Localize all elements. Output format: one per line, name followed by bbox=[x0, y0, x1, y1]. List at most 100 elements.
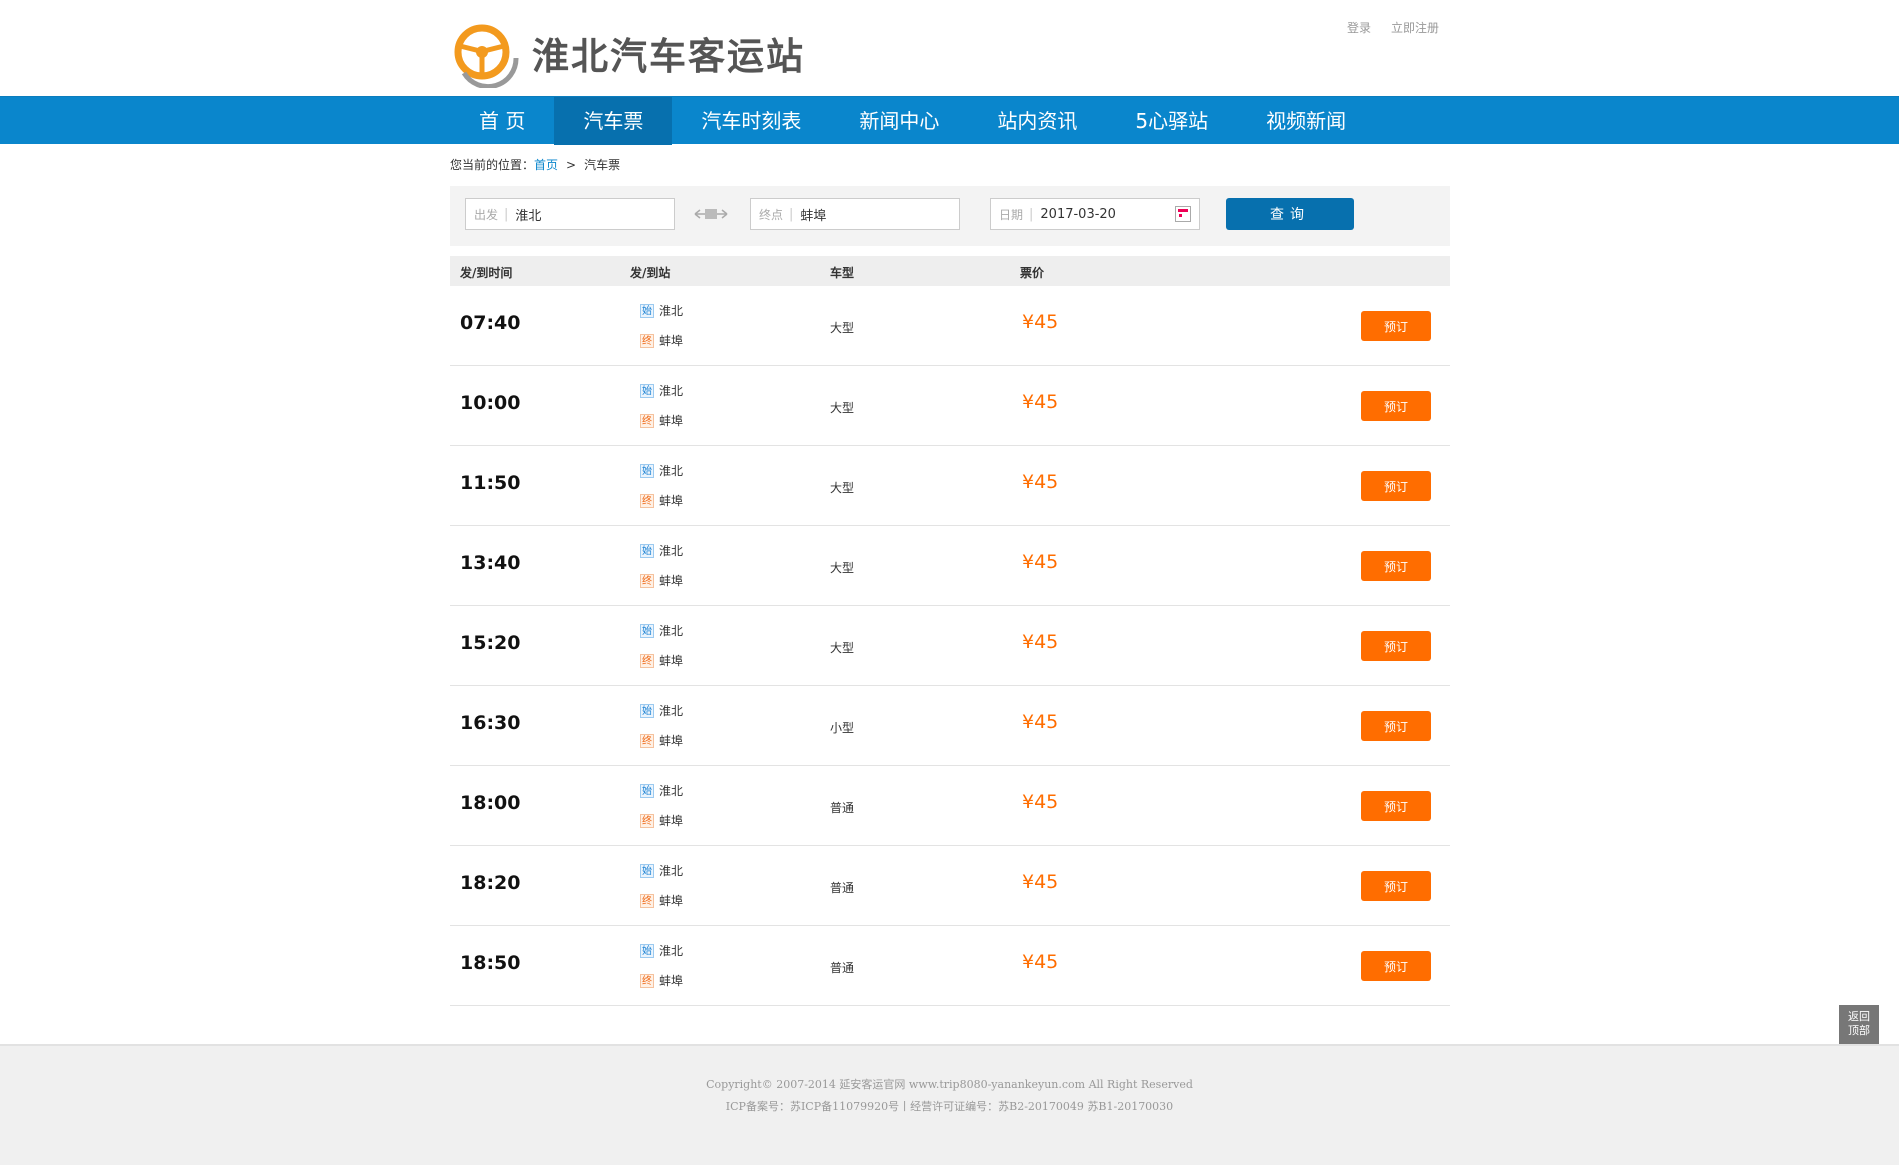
breadcrumb: 您当前的位置：首页 > 汽车票 bbox=[450, 156, 1450, 176]
table-row: 13:40 始淮北终蚌埠 大型 ¥45 预订 bbox=[450, 526, 1450, 606]
bus-type: 普通 bbox=[830, 801, 855, 815]
bus-type: 普通 bbox=[830, 961, 855, 975]
end-station-name: 蚌埠 bbox=[659, 974, 684, 988]
end-badge-icon: 终 bbox=[640, 813, 654, 828]
book-button[interactable]: 预订 bbox=[1361, 391, 1431, 421]
book-button[interactable]: 预订 bbox=[1361, 631, 1431, 661]
book-button[interactable]: 预订 bbox=[1361, 551, 1431, 581]
ticket-price: ¥45 bbox=[1022, 871, 1059, 893]
breadcrumb-separator: > bbox=[566, 158, 577, 172]
end-station-name: 蚌埠 bbox=[659, 334, 684, 348]
breadcrumb-home-link[interactable]: 首页 bbox=[534, 158, 558, 172]
start-station-name: 淮北 bbox=[659, 864, 684, 878]
site-header: 淮北汽车客运站 登录 立即注册 bbox=[0, 0, 1899, 96]
destination-field[interactable]: 终点 | 蚌埠 bbox=[750, 198, 960, 230]
departure-value: 淮北 bbox=[515, 208, 542, 224]
start-badge-icon: 始 bbox=[640, 543, 654, 558]
bus-type: 大型 bbox=[830, 401, 855, 415]
date-field[interactable]: 日期 | 2017-03-20 bbox=[990, 198, 1200, 230]
departure-time: 07:40 bbox=[460, 312, 521, 334]
start-badge-icon: 始 bbox=[640, 783, 654, 798]
departure-time: 11:50 bbox=[460, 472, 521, 494]
start-station: 始淮北 bbox=[640, 542, 683, 559]
ticket-price: ¥45 bbox=[1022, 951, 1059, 973]
book-button[interactable]: 预订 bbox=[1361, 871, 1431, 901]
ticket-price: ¥45 bbox=[1022, 471, 1059, 493]
departure-field[interactable]: 出发 | 淮北 bbox=[465, 198, 675, 230]
nav-item-video-news[interactable]: 视频新闻 bbox=[1237, 97, 1375, 145]
book-button[interactable]: 预订 bbox=[1361, 311, 1431, 341]
end-badge-icon: 终 bbox=[640, 893, 654, 908]
table-row: 18:50 始淮北终蚌埠 普通 ¥45 预订 bbox=[450, 926, 1450, 1006]
book-button[interactable]: 预订 bbox=[1361, 471, 1431, 501]
end-badge-icon: 终 bbox=[640, 413, 654, 428]
start-station: 始淮北 bbox=[640, 622, 683, 639]
departure-time: 10:00 bbox=[460, 392, 521, 414]
main-nav: 首 页 汽车票 汽车时刻表 新闻中心 站内资讯 5心驿站 视频新闻 bbox=[0, 96, 1899, 145]
header-bus-type: 车型 bbox=[830, 266, 855, 280]
nav-item-timetable[interactable]: 汽车时刻表 bbox=[672, 97, 830, 145]
breadcrumb-prefix: 您当前的位置： bbox=[450, 158, 535, 172]
departure-time: 18:20 bbox=[460, 872, 521, 894]
bus-type: 普通 bbox=[830, 881, 855, 895]
table-row: 16:30 始淮北终蚌埠 小型 ¥45 预订 bbox=[450, 686, 1450, 766]
swap-arrows-icon[interactable] bbox=[693, 206, 729, 222]
start-badge-icon: 始 bbox=[640, 623, 654, 638]
table-row: 10:00 始淮北终蚌埠 大型 ¥45 预订 bbox=[450, 366, 1450, 446]
calendar-icon[interactable] bbox=[1175, 206, 1191, 222]
ticket-price: ¥45 bbox=[1022, 791, 1059, 813]
departure-time: 13:40 bbox=[460, 552, 521, 574]
nav-item-bus-tickets[interactable]: 汽车票 bbox=[554, 97, 673, 145]
start-badge-icon: 始 bbox=[640, 863, 654, 878]
date-value: 2017-03-20 bbox=[1040, 206, 1116, 222]
site-footer: Copyright© 2007-2014 延安客运官网 www.trip8080… bbox=[0, 1044, 1899, 1165]
start-station-name: 淮北 bbox=[659, 464, 684, 478]
start-station: 始淮北 bbox=[640, 382, 683, 399]
start-station-name: 淮北 bbox=[659, 544, 684, 558]
nav-item-news[interactable]: 新闻中心 bbox=[830, 97, 968, 145]
table-row: 15:20 始淮北终蚌埠 大型 ¥45 预订 bbox=[450, 606, 1450, 686]
steering-wheel-logo-icon bbox=[450, 18, 520, 90]
departure-time: 18:00 bbox=[460, 792, 521, 814]
bus-type: 大型 bbox=[830, 321, 855, 335]
end-badge-icon: 终 bbox=[640, 573, 654, 588]
header-station: 发/到站 bbox=[630, 266, 671, 280]
start-station: 始淮北 bbox=[640, 302, 683, 319]
nav-item-5xin-station[interactable]: 5心驿站 bbox=[1106, 97, 1237, 145]
start-badge-icon: 始 bbox=[640, 383, 654, 398]
start-badge-icon: 始 bbox=[640, 943, 654, 958]
start-station: 始淮北 bbox=[640, 862, 683, 879]
site-logo[interactable]: 淮北汽车客运站 bbox=[450, 18, 805, 90]
nav-item-home[interactable]: 首 页 bbox=[450, 97, 554, 145]
register-link[interactable]: 立即注册 bbox=[1391, 19, 1439, 36]
start-badge-icon: 始 bbox=[640, 303, 654, 318]
query-button[interactable]: 查询 bbox=[1226, 198, 1354, 230]
bus-type: 大型 bbox=[830, 641, 855, 655]
end-badge-icon: 终 bbox=[640, 733, 654, 748]
table-row: 18:00 始淮北终蚌埠 普通 ¥45 预订 bbox=[450, 766, 1450, 846]
search-panel: 出发 | 淮北 终点 | 蚌埠 日期 | 2017-03-20 查询 bbox=[450, 186, 1450, 246]
start-station-name: 淮北 bbox=[659, 384, 684, 398]
book-button[interactable]: 预订 bbox=[1361, 791, 1431, 821]
ticket-price: ¥45 bbox=[1022, 551, 1059, 573]
book-button[interactable]: 预订 bbox=[1361, 951, 1431, 981]
start-station-name: 淮北 bbox=[659, 624, 684, 638]
icp-license-text: ICP备案号：苏ICP备11079920号丨经营许可证编号：苏B2-201700… bbox=[725, 1100, 1174, 1113]
back-to-top-button[interactable]: 返回 顶部 bbox=[1839, 1005, 1879, 1045]
copyright-text: Copyright© 2007-2014 延安客运官网 www.trip8080… bbox=[706, 1078, 1193, 1091]
start-station-name: 淮北 bbox=[659, 784, 684, 798]
end-station: 终蚌埠 bbox=[640, 652, 683, 669]
start-station: 始淮北 bbox=[640, 782, 683, 799]
header-price: 票价 bbox=[1020, 266, 1045, 280]
book-button[interactable]: 预订 bbox=[1361, 711, 1431, 741]
account-links: 登录 立即注册 bbox=[1347, 19, 1439, 36]
end-station-name: 蚌埠 bbox=[659, 574, 684, 588]
back-to-top-line2: 顶部 bbox=[1848, 1024, 1870, 1037]
end-station: 终蚌埠 bbox=[640, 812, 683, 829]
start-station-name: 淮北 bbox=[659, 304, 684, 318]
ticket-price: ¥45 bbox=[1022, 311, 1059, 333]
end-station-name: 蚌埠 bbox=[659, 654, 684, 668]
nav-item-station-info[interactable]: 站内资讯 bbox=[968, 97, 1106, 145]
start-station-name: 淮北 bbox=[659, 944, 684, 958]
login-link[interactable]: 登录 bbox=[1347, 19, 1371, 36]
